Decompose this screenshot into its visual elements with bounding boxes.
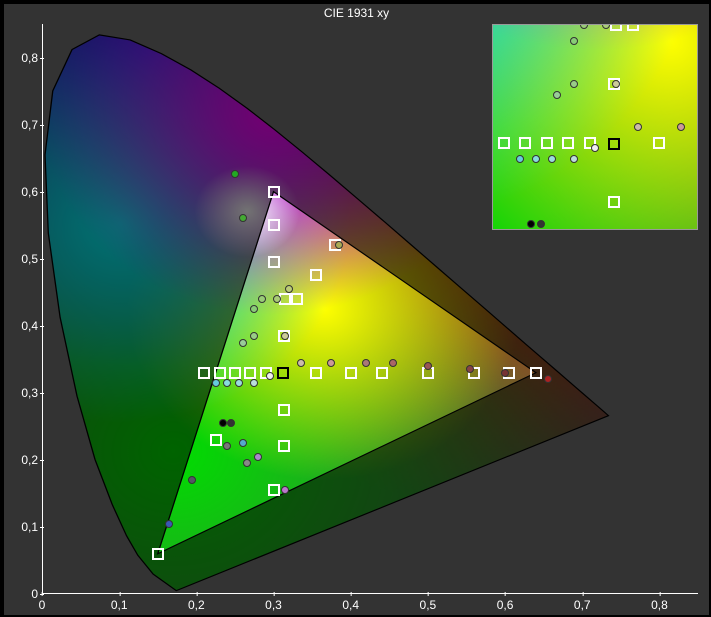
x-tick: 0,3 [265,598,282,612]
measured-dot [243,459,251,467]
target-square [268,219,280,231]
x-tick: 0,4 [342,598,359,612]
measured-dot [327,359,335,367]
measured-dot [223,442,231,450]
y-tick: 0,8 [10,51,38,65]
target-square [345,367,357,379]
measured-dot [227,419,235,427]
x-tick: 0,7 [574,598,591,612]
measured-dot [239,214,247,222]
target-square [152,548,164,560]
measured-dot [281,332,289,340]
measured-dot [285,285,293,293]
y-tick: 0,7 [10,118,38,132]
target-square [210,434,222,446]
target-square [291,293,303,305]
target-square [278,440,290,452]
zoom-inset [492,24,698,230]
y-tick: 0,2 [10,453,38,467]
measured-dot [501,369,509,377]
x-tick: 0,8 [651,598,668,612]
target-square [278,404,290,416]
target-square [198,367,210,379]
target-square [229,367,241,379]
measured-dot [188,476,196,484]
measured-dot [250,379,258,387]
axes: 00,10,20,30,40,50,60,70,8 00,10,20,30,40… [42,24,698,594]
measured-dot [165,520,173,528]
y-tick: 0,3 [10,386,38,400]
target-square [268,256,280,268]
measured-dot [466,365,474,373]
x-tick: 0,6 [497,598,514,612]
y-tick: 0 [10,587,38,601]
target-square [530,367,542,379]
measured-dot [258,295,266,303]
target-square [268,186,280,198]
measured-dot [223,379,231,387]
measured-dot [266,372,274,380]
target-square [244,367,256,379]
measured-dot [239,339,247,347]
x-tick: 0,5 [420,598,437,612]
measured-dot [239,439,247,447]
cie-chart: CIE 1931 xy [3,3,710,616]
y-tick: 0,4 [10,319,38,333]
measured-dot [544,375,552,383]
measured-dot [254,453,262,461]
measured-dot [335,241,343,249]
x-tick: 0,1 [111,598,128,612]
measured-dot [273,295,281,303]
target-square [310,269,322,281]
measured-dot [235,379,243,387]
measured-dot [231,170,239,178]
measured-dot [297,359,305,367]
measured-dot [212,379,220,387]
target-square [376,367,388,379]
y-tick: 0,6 [10,185,38,199]
x-tick: 0,2 [188,598,205,612]
measured-dot [281,486,289,494]
target-square [277,367,289,379]
chart-title: CIE 1931 xy [4,4,709,22]
y-tick: 0,1 [10,520,38,534]
measured-dot [250,332,258,340]
target-square [310,367,322,379]
measured-dot [362,359,370,367]
measured-dot [389,359,397,367]
measured-dot [250,305,258,313]
y-tick: 0,5 [10,252,38,266]
target-square [214,367,226,379]
x-tick: 0 [39,598,46,612]
measured-dot [424,362,432,370]
target-square [268,484,280,496]
